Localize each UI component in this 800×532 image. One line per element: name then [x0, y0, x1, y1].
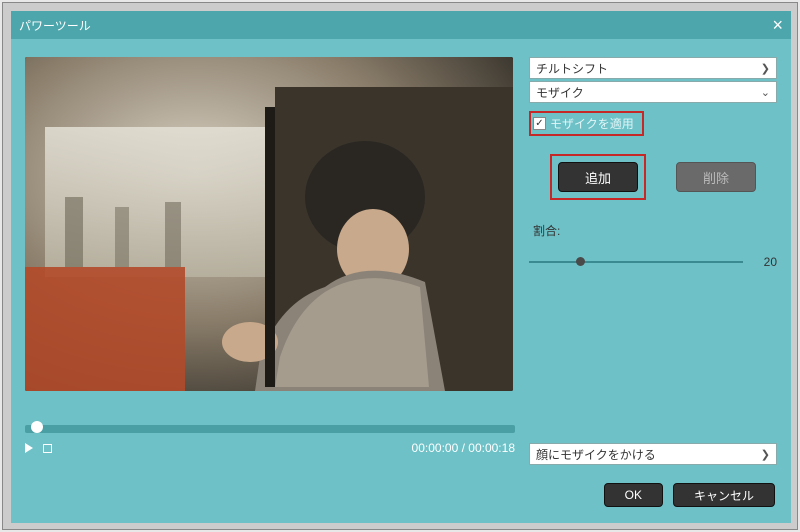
- play-icon[interactable]: [25, 443, 33, 453]
- preview-image: [25, 57, 513, 391]
- ok-button[interactable]: OK: [604, 483, 663, 507]
- time-total: 00:00:18: [468, 441, 515, 455]
- left-pane: 00:00:00 / 00:00:18: [25, 57, 515, 473]
- playback-controls: 00:00:00 / 00:00:18: [25, 441, 515, 455]
- video-preview[interactable]: [25, 57, 513, 391]
- add-button-highlight: 追加: [550, 154, 646, 200]
- ratio-slider-track[interactable]: [529, 261, 743, 263]
- time-display: 00:00:00 / 00:00:18: [412, 441, 515, 455]
- ratio-value: 20: [753, 255, 777, 269]
- timeline: 00:00:00 / 00:00:18: [25, 425, 515, 455]
- outer-frame: パワーツール ×: [2, 2, 798, 530]
- titlebar: パワーツール ×: [11, 11, 791, 39]
- timeline-track[interactable]: [25, 425, 515, 433]
- ratio-label: 割合:: [533, 222, 777, 239]
- dialog-title: パワーツール: [19, 17, 91, 34]
- button-row: 追加 削除: [529, 154, 777, 200]
- chevron-right-icon: ❯: [761, 62, 770, 75]
- apply-mosaic-highlight: ✓ モザイクを適用: [529, 111, 644, 136]
- right-pane: チルトシフト ❯ モザイク ⌄ ✓ モザイクを適用 追加: [529, 57, 777, 473]
- cancel-button[interactable]: キャンセル: [673, 483, 775, 507]
- apply-mosaic-row[interactable]: ✓ モザイクを適用: [533, 115, 634, 132]
- combo-label: モザイク: [536, 84, 584, 101]
- face-mosaic-combo[interactable]: 顔にモザイクをかける ❯: [529, 443, 777, 465]
- content-area: 00:00:00 / 00:00:18 チルトシフト ❯ モザイク ⌄ ✓: [11, 39, 791, 473]
- chevron-right-icon: ❯: [761, 448, 770, 461]
- apply-mosaic-checkbox[interactable]: ✓: [533, 117, 546, 130]
- mosaic-combo[interactable]: モザイク ⌄: [529, 81, 777, 103]
- apply-mosaic-label: モザイクを適用: [550, 115, 634, 132]
- power-tool-dialog: パワーツール ×: [11, 11, 791, 523]
- combo-label: 顔にモザイクをかける: [536, 446, 656, 463]
- time-current: 00:00:00: [412, 441, 459, 455]
- delete-button: 削除: [676, 162, 756, 192]
- tiltshift-combo[interactable]: チルトシフト ❯: [529, 57, 777, 79]
- ratio-slider-thumb[interactable]: [576, 257, 585, 266]
- close-icon[interactable]: ×: [772, 15, 783, 36]
- chevron-down-icon: ⌄: [761, 86, 770, 99]
- playhead[interactable]: [31, 421, 43, 433]
- dialog-footer: OK キャンセル: [11, 473, 791, 519]
- combo-label: チルトシフト: [536, 60, 608, 77]
- add-button[interactable]: 追加: [558, 162, 638, 192]
- stop-icon[interactable]: [43, 444, 52, 453]
- ratio-slider: 20: [529, 255, 777, 269]
